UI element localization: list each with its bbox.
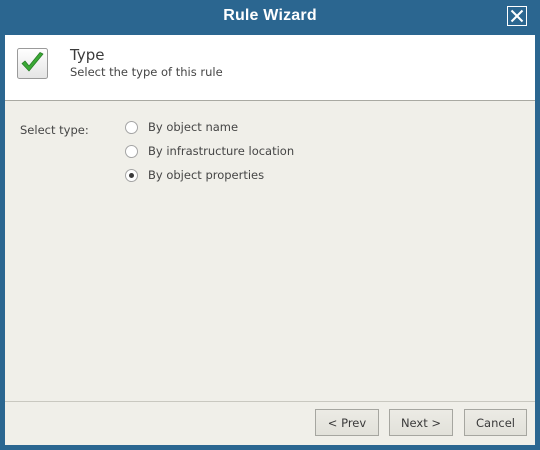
close-icon	[510, 9, 524, 23]
radio-button[interactable]	[125, 120, 138, 134]
prev-button[interactable]: < Prev	[315, 409, 379, 436]
radio-label: By object properties	[148, 168, 265, 182]
next-button[interactable]: Next >	[389, 409, 453, 436]
cancel-button[interactable]: Cancel	[464, 409, 527, 436]
check-icon	[16, 47, 49, 80]
rule-wizard-window: Rule Wizard Type Select the type of this…	[0, 0, 540, 450]
radio-label: By object name	[148, 120, 239, 134]
radio-label: By infrastructure location	[148, 144, 295, 158]
wizard-content: Type Select the type of this rule Select…	[5, 35, 535, 445]
radio-button[interactable]	[125, 144, 138, 158]
page-title: Type	[70, 46, 105, 64]
radio-by-object-name[interactable]: By object name	[125, 118, 238, 136]
close-button[interactable]	[507, 6, 527, 26]
radio-by-object-properties[interactable]: By object properties	[125, 166, 264, 184]
title-bar: Rule Wizard	[0, 0, 540, 35]
page-subtitle: Select the type of this rule	[70, 65, 223, 79]
window-title: Rule Wizard	[223, 7, 317, 24]
radio-button-selected[interactable]	[125, 168, 138, 182]
footer-divider	[5, 401, 535, 402]
select-type-label: Select type:	[20, 123, 89, 137]
radio-by-infrastructure-location[interactable]: By infrastructure location	[125, 142, 294, 160]
wizard-header: Type Select the type of this rule	[5, 35, 535, 101]
